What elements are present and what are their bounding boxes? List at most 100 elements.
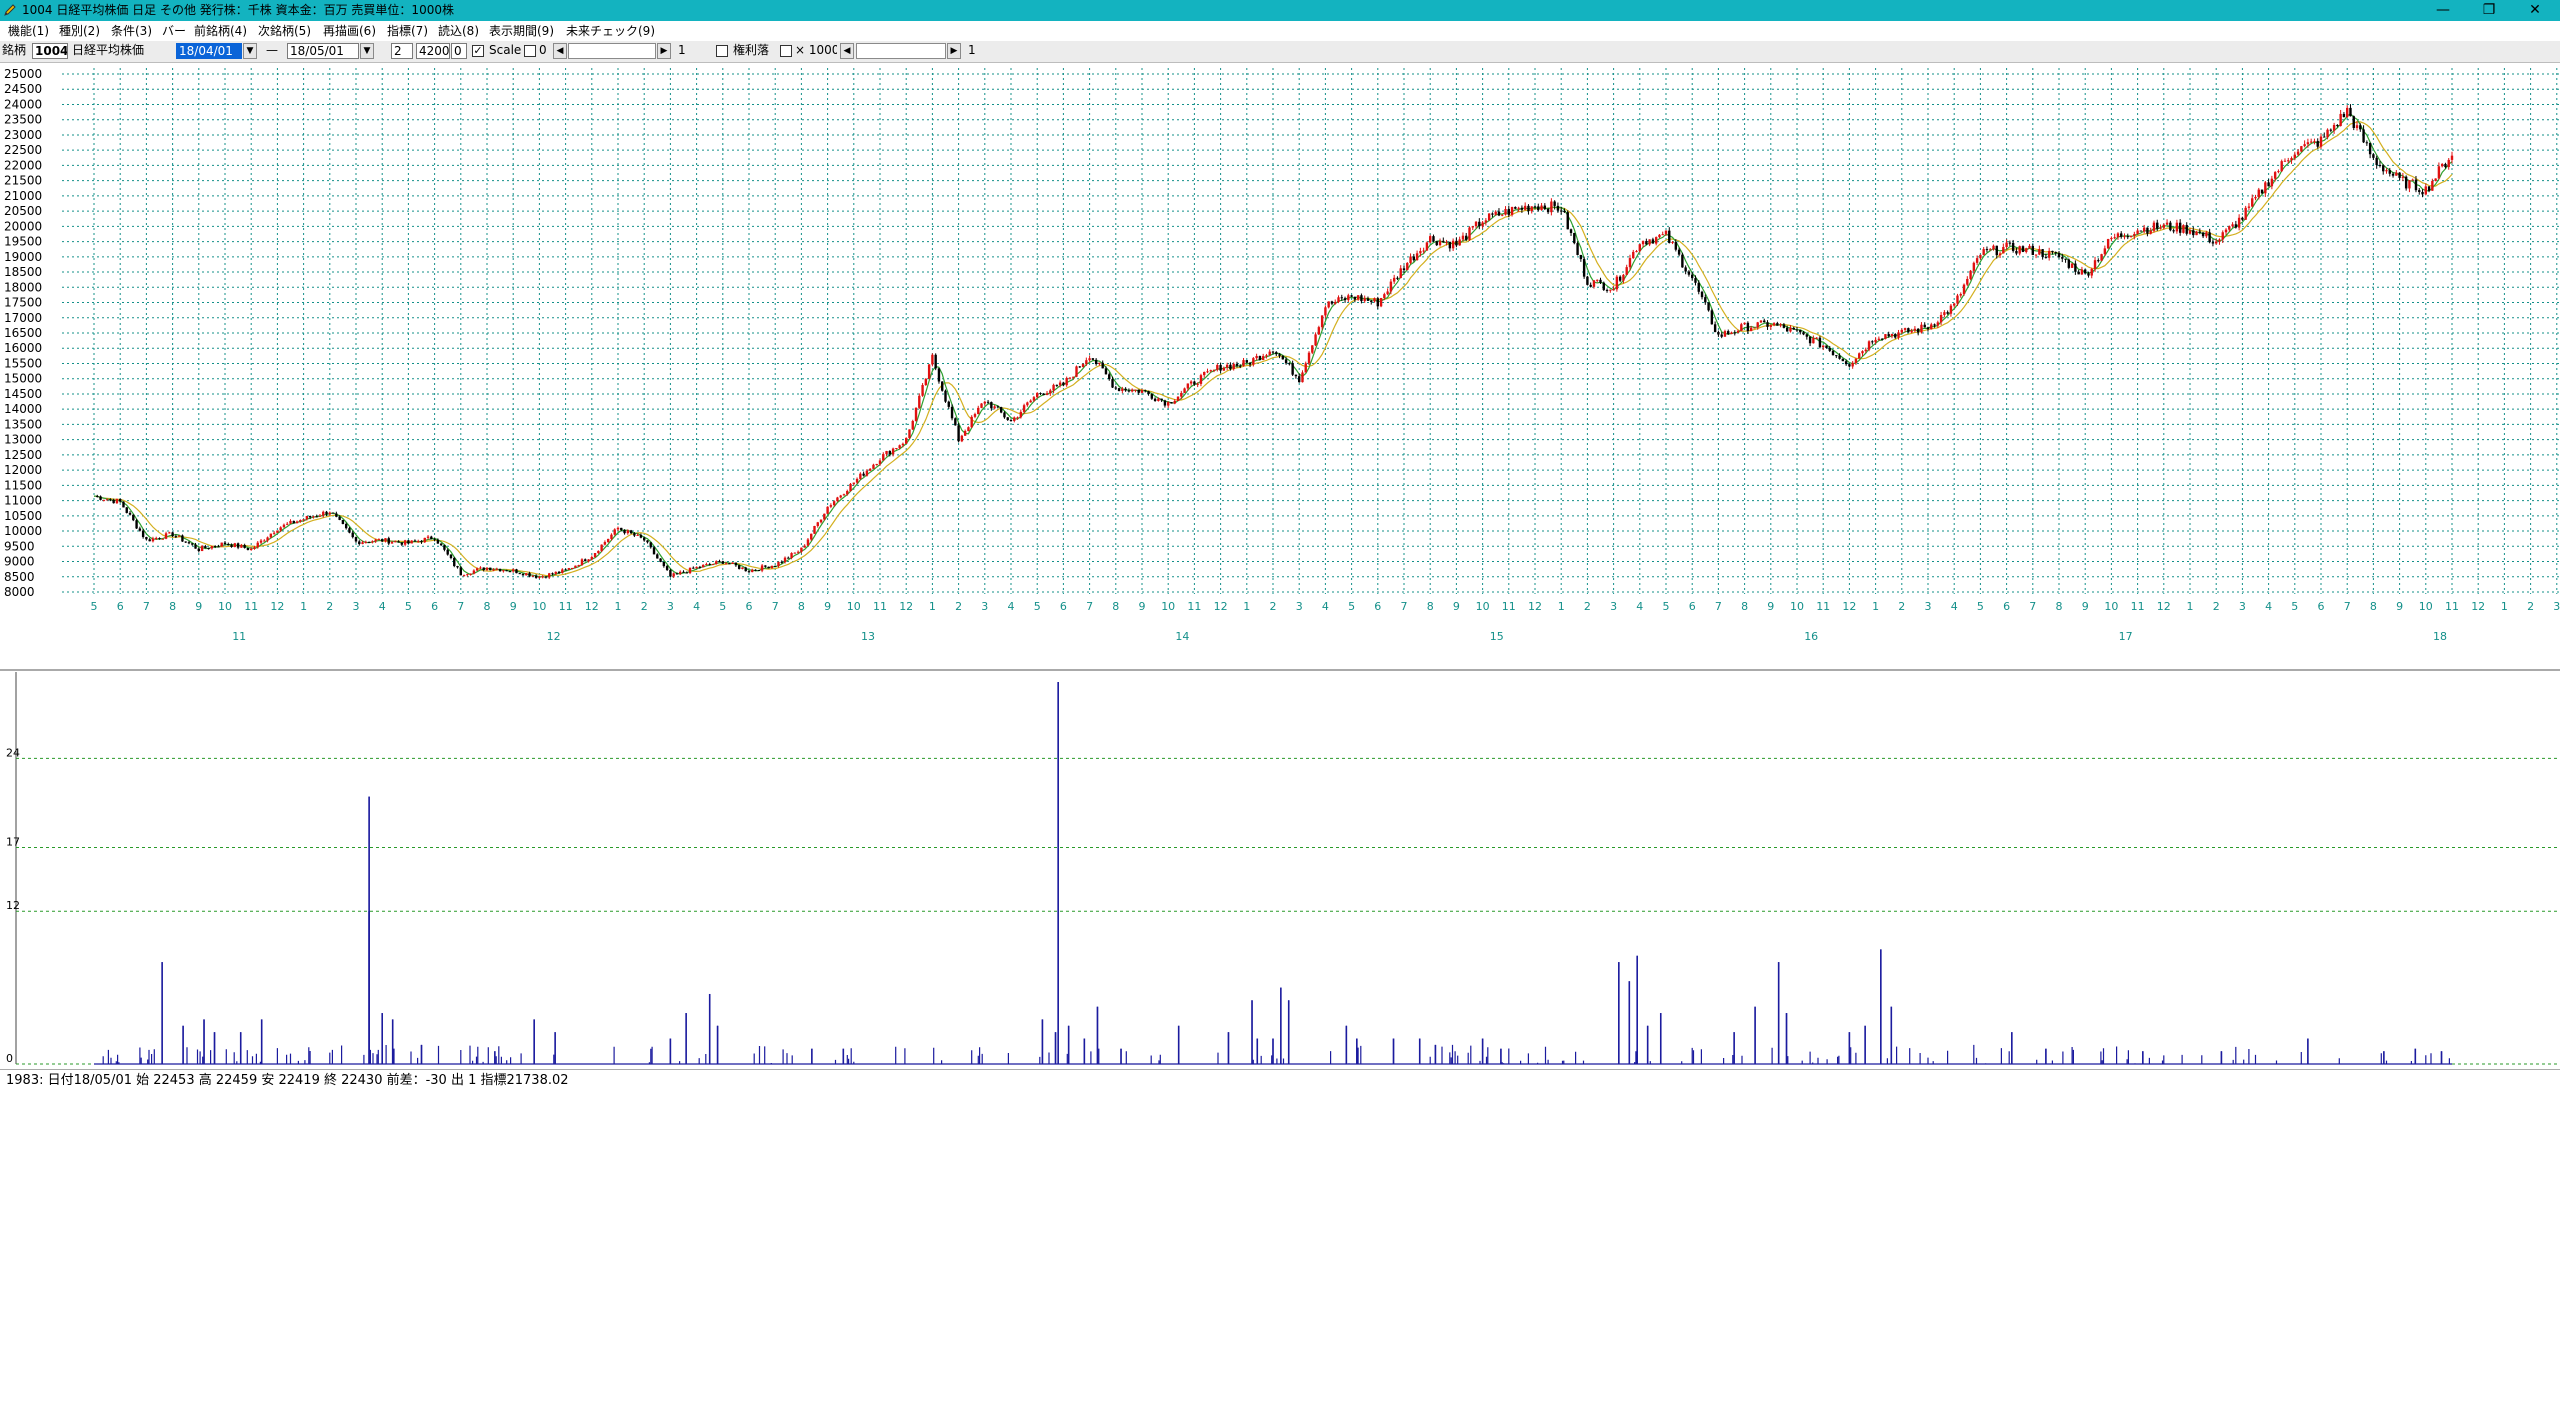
candle-body: [1589, 284, 1592, 287]
candle-body: [548, 573, 551, 578]
code-input[interactable]: 1004: [32, 43, 68, 59]
year-tick-label: 17: [2119, 630, 2133, 643]
restore-button[interactable]: ❐: [2466, 0, 2512, 21]
price-axis-tick-label: 24000: [4, 97, 42, 111]
candle-body: [924, 378, 928, 386]
candle-body: [2437, 166, 2441, 179]
candle-body: [515, 569, 518, 574]
candle-body: [207, 548, 210, 550]
month-tick-label: 3: [2553, 600, 2560, 613]
candle-body: [1553, 201, 1556, 206]
date-to-input[interactable]: 18/05/01: [287, 43, 359, 59]
month-tick-label: 5: [1663, 600, 1670, 613]
candle-body: [633, 533, 636, 536]
candle-body: [1163, 400, 1167, 406]
candle-body: [1232, 363, 1235, 370]
title-bar: 1004 日経平均株価 日足 その他 発行株：千株 資本金：百万 売買単位：10…: [0, 0, 2560, 21]
candle-body: [358, 541, 361, 545]
menu-item-next[interactable]: 次銘柄(5): [258, 24, 311, 39]
candle-body: [1943, 312, 1946, 315]
candle-body: [2031, 245, 2034, 255]
candle-body: [875, 463, 878, 465]
candle-body: [836, 497, 839, 502]
date-from-input[interactable]: 18/04/01: [176, 43, 242, 59]
menu-item-future[interactable]: 未来チェック(9): [566, 24, 655, 39]
candle-body: [279, 527, 282, 531]
x1000-checkbox[interactable]: [780, 45, 792, 57]
candle-body: [1835, 355, 1838, 357]
close-button[interactable]: ✕: [2512, 0, 2558, 21]
menu-item-indicator[interactable]: 指標(7): [387, 24, 428, 39]
price-axis-tick-label: 23000: [4, 128, 42, 142]
slider-1-track[interactable]: [568, 43, 656, 59]
candle-body: [344, 523, 348, 529]
scale-value: 0: [539, 43, 547, 57]
candle-body: [868, 468, 872, 471]
menu-item-bar[interactable]: バー: [162, 24, 186, 39]
scale-value-checkbox[interactable]: [524, 45, 536, 57]
candle-body: [2264, 182, 2267, 194]
candle-body: [1651, 239, 1655, 244]
candle-body: [2110, 237, 2113, 240]
date-dash: —: [266, 43, 278, 57]
price-axis-tick-label: 12000: [4, 463, 42, 477]
candle-body: [2084, 269, 2087, 274]
candle-body: [1219, 365, 1222, 371]
candle-body: [2169, 222, 2172, 231]
candle-body: [764, 565, 767, 567]
left-arrow-icon[interactable]: ◀: [553, 43, 567, 59]
price-axis-tick-label: 10000: [4, 524, 42, 538]
right-arrow-icon[interactable]: ▶: [947, 43, 961, 59]
candle-body: [1327, 301, 1330, 308]
month-tick-label: 12: [1214, 600, 1228, 613]
candle-body: [564, 569, 567, 571]
candle-body: [1206, 371, 1209, 373]
candle-body: [2293, 154, 2296, 159]
candle-body: [1979, 254, 1982, 259]
dropdown-arrow-icon[interactable]: ▼: [360, 43, 374, 59]
candle-body: [1720, 334, 1723, 337]
candle-body: [2267, 182, 2270, 187]
candle-body: [292, 520, 295, 524]
candle-body: [1225, 364, 1229, 368]
candle-body: [482, 567, 485, 571]
left-arrow-icon[interactable]: ◀: [840, 43, 854, 59]
candle-body: [1822, 345, 1825, 348]
menu-item-condition[interactable]: 条件(3): [111, 24, 152, 39]
candle-body: [1222, 367, 1226, 371]
candle-body: [796, 551, 800, 553]
candle-body: [276, 530, 279, 533]
right-arrow-icon[interactable]: ▶: [657, 43, 671, 59]
candle-body: [659, 558, 662, 562]
minimize-button[interactable]: —: [2420, 0, 2466, 21]
month-tick-label: 8: [484, 600, 491, 613]
menu-item-redraw[interactable]: 再描画(6): [323, 24, 376, 39]
candle-body: [741, 567, 744, 569]
candle-body: [1419, 251, 1422, 254]
menu-item-type[interactable]: 種別(2): [59, 24, 100, 39]
month-tick-label: 2: [1584, 600, 1591, 613]
adjust-checkbox[interactable]: [716, 45, 728, 57]
month-tick-label: 7: [457, 600, 464, 613]
candle-body: [217, 546, 220, 548]
menu-item-load[interactable]: 読込(8): [438, 24, 479, 39]
field-2-input[interactable]: 4200: [416, 43, 450, 59]
candle-body: [2237, 217, 2241, 228]
candle-body: [1189, 381, 1193, 384]
menu-item-prev[interactable]: 前銘柄(4): [194, 24, 247, 39]
candle-body: [2165, 222, 2169, 225]
candle-body: [1700, 291, 1704, 298]
field-1-input[interactable]: 2: [391, 43, 413, 59]
slider-2-track[interactable]: [856, 43, 946, 59]
candle-body: [2332, 124, 2336, 131]
scale-checkbox[interactable]: ✓: [472, 45, 484, 57]
candle-body: [1596, 279, 1599, 281]
candle-body: [161, 538, 164, 540]
field-3-input[interactable]: 0: [451, 43, 467, 59]
candle-body: [1776, 323, 1779, 326]
month-tick-label: 11: [1187, 600, 1201, 613]
menu-item-function[interactable]: 機能(1): [8, 24, 49, 39]
dropdown-arrow-icon[interactable]: ▼: [243, 43, 257, 59]
menu-item-period[interactable]: 表示期間(9): [489, 24, 554, 39]
candle-body: [1291, 363, 1294, 375]
